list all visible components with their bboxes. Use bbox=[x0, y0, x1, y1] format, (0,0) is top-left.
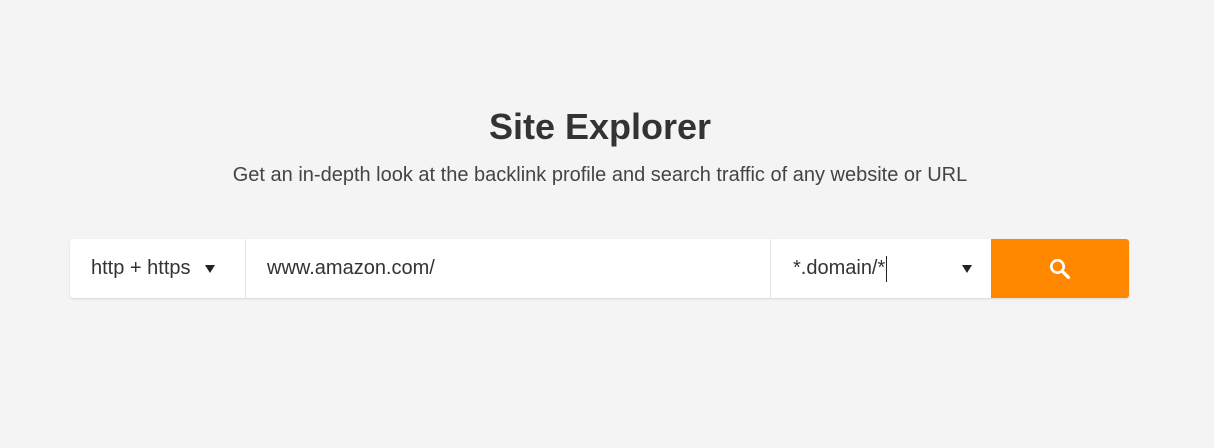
search-bar: http + https *.domain/* bbox=[70, 239, 1129, 298]
mode-select-label: *.domain/* bbox=[793, 257, 886, 279]
text-cursor bbox=[886, 255, 888, 282]
search-icon bbox=[1048, 257, 1072, 281]
url-input[interactable] bbox=[246, 239, 771, 298]
protocol-select-label: http + https bbox=[91, 257, 191, 279]
caret-down-icon bbox=[962, 265, 972, 273]
page-title: Site Explorer bbox=[488, 106, 712, 147]
protocol-select[interactable]: http + https bbox=[70, 239, 246, 298]
page-subtitle: Get an in-depth look at the backlink pro… bbox=[232, 164, 968, 186]
search-button[interactable] bbox=[991, 239, 1129, 298]
caret-down-icon bbox=[204, 264, 215, 273]
mode-select[interactable]: *.domain/* bbox=[771, 239, 991, 298]
